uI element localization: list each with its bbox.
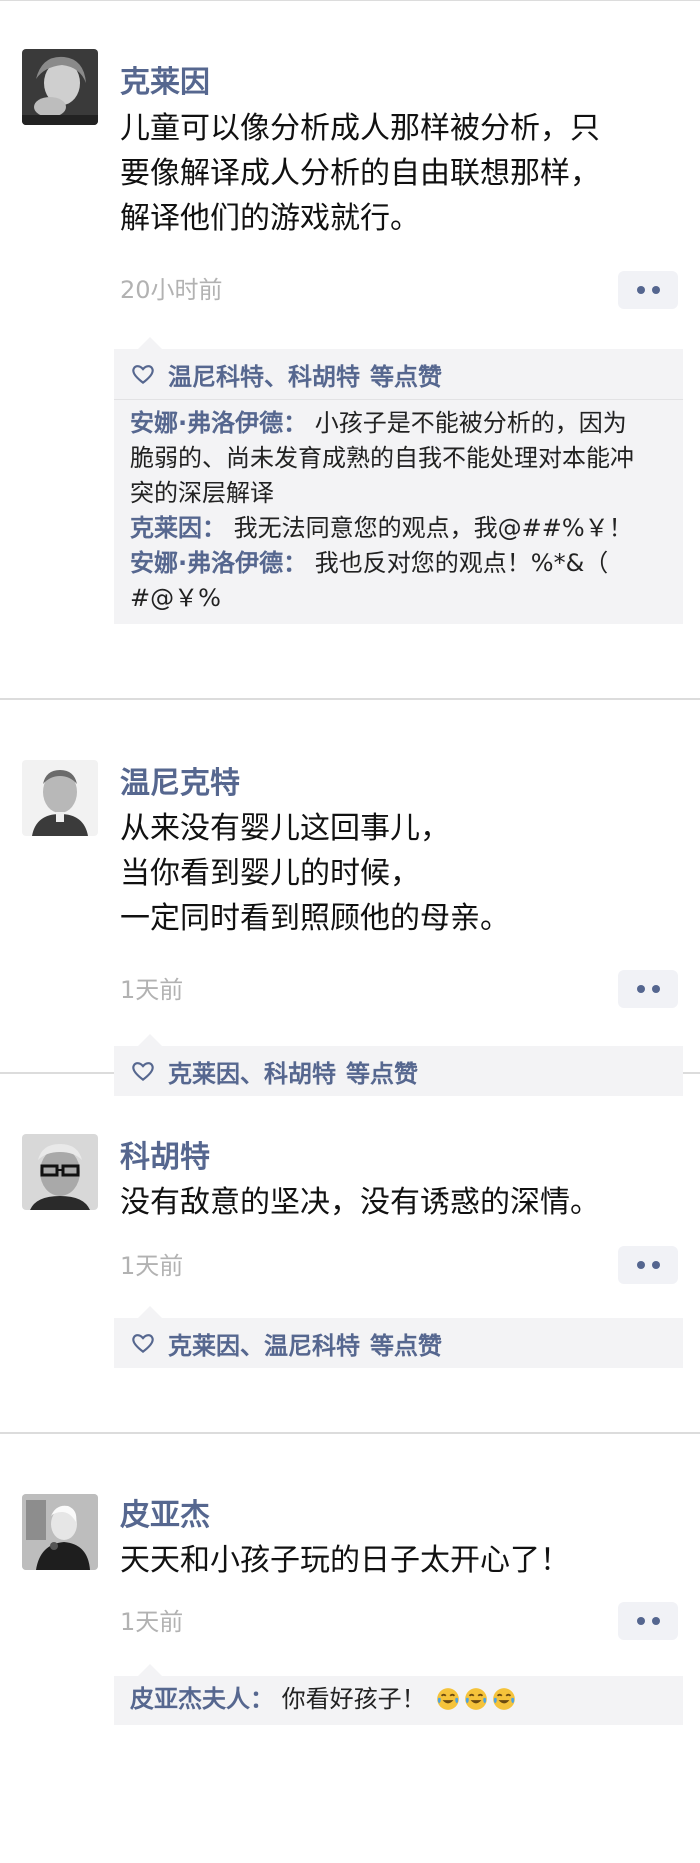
avatar[interactable] [22,1494,98,1570]
avatar[interactable] [22,760,98,836]
post-text: 天天和小孩子玩的日子太开心了！ [120,1543,570,1578]
avatar[interactable] [22,49,98,125]
post-text: 从来没有婴儿这回事儿， 当你看到婴儿的时候， 一定同时看到照顾他的母亲。 [120,811,510,936]
heart-outline-icon [132,1334,154,1354]
tears-of-joy-emoji [493,1688,516,1710]
more-button[interactable] [618,1246,678,1284]
comment-text: 我也反对您的观点！%*&（ [314,549,609,577]
likes-suffix: 等点赞 [370,362,442,391]
comment-author[interactable]: 安娜·弗洛伊德： [130,409,307,437]
post-text: 儿童可以像分析成人那样被分析，只 要像解译成人分析的自由联想那样， 解译他们的游… [120,111,600,236]
comments: 安娜·弗洛伊德： 小孩子是不能被分析的，因为 脆弱的、尚未发育成熟的自我不能处理… [114,400,683,624]
comment[interactable]: 安娜·弗洛伊德： 我也反对您的观点！%*&（ #@￥% [130,546,667,616]
interaction-panel: 皮亚杰夫人： 你看好孩子！ [114,1664,683,1725]
comment-author[interactable]: 克莱因： [130,514,226,542]
avatar[interactable] [22,1134,98,1210]
post-time: 1天前 [120,1252,184,1280]
post: 温尼克特 从来没有婴儿这回事儿， 当你看到婴儿的时候， 一定同时看到照顾他的母亲… [0,700,700,1096]
comment-text: 我无法同意您的观点，我@##%￥！ [233,514,633,542]
interaction-panel: 克莱因、温尼科特 等点赞 [114,1306,683,1368]
author-name[interactable]: 温尼克特 [120,764,240,804]
post-time: 1天前 [120,1608,184,1636]
more-dots-icon [636,286,645,294]
likes-names[interactable]: 克莱因、温尼科特 [168,1326,360,1361]
likes-names[interactable]: 温尼科特、科胡特 [168,357,360,392]
tears-of-joy-emoji [437,1688,460,1710]
author-name[interactable]: 克莱因 [120,63,210,103]
author-name[interactable]: 科胡特 [120,1138,210,1178]
post-text: 没有敌意的坚决，没有诱惑的深情。 [120,1185,600,1220]
heart-outline-icon [132,365,154,385]
interaction-panel: 温尼科特、科胡特 等点赞 安娜·弗洛伊德： 小孩子是不能被分析的，因为 脆弱的、… [114,337,683,624]
tears-of-joy-emoji [465,1688,488,1710]
author-name[interactable]: 皮亚杰 [120,1496,210,1536]
comment[interactable]: 安娜·弗洛伊德： 小孩子是不能被分析的，因为 脆弱的、尚未发育成熟的自我不能处理… [130,406,667,511]
more-dots-icon [636,1261,645,1269]
comment-text: 小孩子是不能被分析的，因为 [314,409,627,437]
more-dots-icon [636,985,645,993]
comment[interactable]: 克莱因： 我无法同意您的观点，我@##%￥！ [130,511,667,546]
more-dots-icon [636,1617,645,1625]
post-time: 1天前 [120,976,184,1004]
more-button[interactable] [618,271,678,309]
comment-author[interactable]: 皮亚杰夫人： [130,1685,274,1713]
more-button[interactable] [618,1602,678,1640]
post: 科胡特 没有敌意的坚决，没有诱惑的深情。 1天前 克莱因、温尼科特 等点赞 [0,1074,700,1434]
likes-suffix: 等点赞 [370,1331,442,1360]
comment-author[interactable]: 安娜·弗洛伊德： [130,549,307,577]
comments: 皮亚杰夫人： 你看好孩子！ [114,1676,683,1725]
likes-row: 克莱因、温尼科特 等点赞 [114,1318,683,1368]
post-time: 20小时前 [120,276,223,304]
post: 皮亚杰 天天和小孩子玩的日子太开心了！ 1天前 皮亚杰夫人： 你看好孩子！ [0,1434,700,1861]
comment[interactable]: 皮亚杰夫人： 你看好孩子！ [130,1682,667,1717]
post: 克莱因 儿童可以像分析成人那样被分析，只 要像解译成人分析的自由联想那样， 解译… [0,0,700,700]
likes-row: 温尼科特、科胡特 等点赞 [114,349,683,399]
moments-feed: 克莱因 儿童可以像分析成人那样被分析，只 要像解译成人分析的自由联想那样， 解译… [0,0,700,1863]
comment-text: 你看好孩子！ [281,1685,426,1713]
more-button[interactable] [618,970,678,1008]
